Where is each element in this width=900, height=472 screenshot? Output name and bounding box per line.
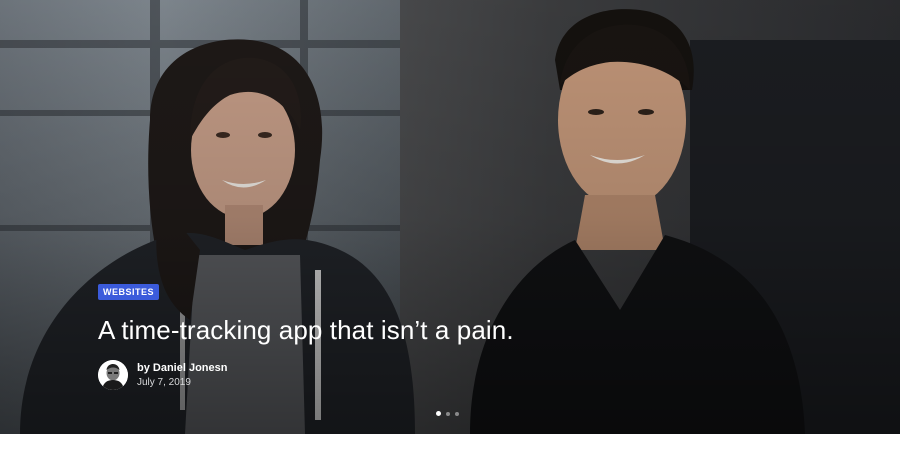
- page-below-hero: [0, 434, 900, 472]
- post-date: July 7, 2019: [137, 376, 191, 388]
- slider-dot-1[interactable]: [436, 411, 441, 416]
- author-line: by Daniel Jonesn: [137, 361, 227, 375]
- hero-post-content: WEBSITES A time-tracking app that isn’t …: [98, 282, 698, 390]
- author-name[interactable]: by Daniel Jonesn: [137, 362, 227, 374]
- hero-slider: WEBSITES A time-tracking app that isn’t …: [0, 0, 900, 434]
- post-title[interactable]: A time-tracking app that isn’t a pain.: [98, 314, 698, 346]
- slider-dot-3[interactable]: [455, 411, 459, 416]
- avatar-photo-icon: [98, 360, 128, 390]
- slider-pagination: [436, 411, 459, 416]
- category-badge[interactable]: WEBSITES: [98, 284, 160, 300]
- author-meta: by Daniel Jonesn July 7, 2019: [137, 361, 227, 390]
- author-row: by Daniel Jonesn July 7, 2019: [98, 360, 698, 390]
- slider-dot-2[interactable]: [446, 411, 450, 416]
- author-avatar[interactable]: [98, 360, 128, 390]
